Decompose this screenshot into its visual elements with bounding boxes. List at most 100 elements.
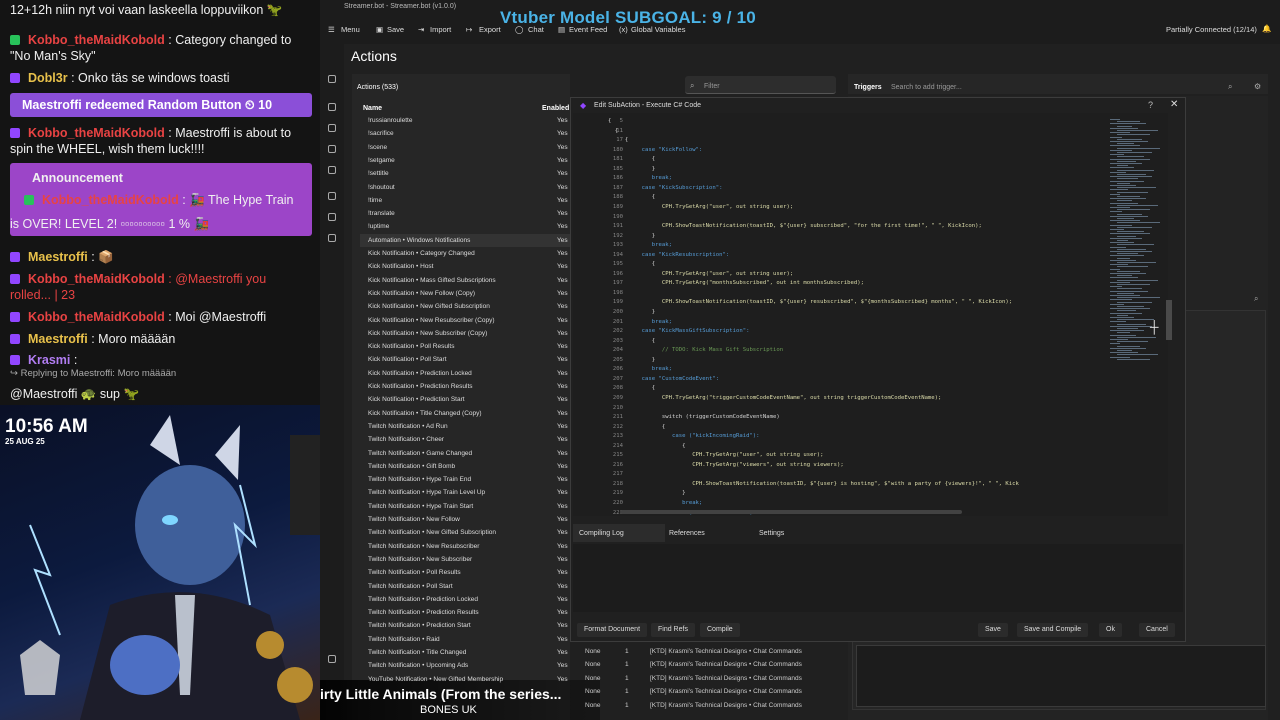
- action-row[interactable]: Kick Notification • Prediction Start Yes: [360, 393, 570, 406]
- nav-servers-icon[interactable]: [328, 213, 336, 221]
- help-icon[interactable]: ?: [1148, 100, 1153, 110]
- action-row[interactable]: Twitch Notification • New Gifted Subscri…: [360, 526, 570, 539]
- ok-button[interactable]: Ok: [1099, 623, 1122, 637]
- subaction-cell-type[interactable]: None: [585, 661, 601, 668]
- action-row[interactable]: Twitch Notification • Cheer Yes: [360, 433, 570, 446]
- action-row[interactable]: Twitch Notification • Title Changed Yes: [360, 646, 570, 659]
- action-row[interactable]: Kick Notification • New Subscriber (Copy…: [360, 327, 570, 340]
- action-row[interactable]: !shoutout Yes: [360, 181, 570, 194]
- action-row[interactable]: !translate Yes: [360, 207, 570, 220]
- action-row[interactable]: Twitch Notification • Hype Train Start Ye…: [360, 500, 570, 513]
- format-document-button[interactable]: Format Document: [577, 623, 648, 637]
- subaction-cell-name[interactable]: [KTD] Krasmi's Technical Designs • Chat …: [650, 688, 802, 695]
- action-row[interactable]: Automation • Windows Notifications Yes: [360, 233, 570, 247]
- action-row[interactable]: Twitch Notification • New Subscriber Yes: [360, 553, 570, 566]
- action-row[interactable]: !uptime Yes: [360, 220, 570, 233]
- action-row[interactable]: YouTube Notification • New Gifted Member…: [360, 673, 570, 686]
- code-editor[interactable]: 5{11 {17 {180 case "KickFollow": 181 {185…: [573, 113, 1106, 516]
- nav-settings-icon[interactable]: [328, 655, 336, 663]
- nav-tools-icon[interactable]: [328, 192, 336, 200]
- action-row[interactable]: Twitch Notification • Prediction Results…: [360, 606, 570, 619]
- trigger-search-input[interactable]: Search to add trigger...: [891, 84, 962, 91]
- compile-button[interactable]: Compile: [700, 623, 740, 637]
- subaction-cell-n[interactable]: 1: [625, 675, 629, 682]
- subaction-cell-type[interactable]: None: [585, 688, 601, 695]
- subaction-cell-n[interactable]: 1: [625, 688, 629, 695]
- action-row[interactable]: Kick Notification • Poll Results Yes: [360, 340, 570, 353]
- action-row[interactable]: Kick Notification • Host Yes: [360, 260, 570, 273]
- tab-settings[interactable]: Settings: [759, 530, 784, 537]
- cancel-button[interactable]: Cancel: [1139, 623, 1175, 637]
- connection-status[interactable]: Partially Connected (12/14): [1166, 25, 1257, 34]
- code-minimap[interactable]: [1106, 113, 1168, 516]
- nav-commands-icon[interactable]: [328, 234, 336, 242]
- action-row[interactable]: Twitch Notification • New Follow Yes: [360, 513, 570, 526]
- action-row[interactable]: Twitch Notification • Hype Train End Yes: [360, 473, 570, 486]
- subaction-cell-n[interactable]: 1: [625, 648, 629, 655]
- action-row[interactable]: Kick Notification • Mass Gifted Subscrip…: [360, 274, 570, 287]
- action-row[interactable]: !sacrifice Yes: [360, 127, 570, 140]
- subaction-cell-type[interactable]: None: [585, 702, 601, 709]
- minimap-line: [1110, 281, 1130, 283]
- vertical-scrollbar[interactable]: [1166, 300, 1172, 340]
- action-row[interactable]: !time Yes: [360, 194, 570, 207]
- action-row[interactable]: Twitch Notification • Hype Train Level U…: [360, 486, 570, 499]
- nav-platforms-icon[interactable]: [328, 166, 336, 174]
- menu-icon[interactable]: ☰: [328, 25, 335, 34]
- nav-home-icon[interactable]: [328, 75, 336, 83]
- action-row[interactable]: !settitle Yes: [360, 167, 570, 180]
- nav-chat-icon[interactable]: [328, 145, 336, 153]
- minimap-line: [1110, 334, 1136, 336]
- action-row[interactable]: Twitch Notification • Gift Bomb Yes: [360, 460, 570, 473]
- tab-references[interactable]: References: [669, 530, 705, 537]
- settings-icon[interactable]: ⚙: [1254, 82, 1261, 91]
- horizontal-scrollbar[interactable]: [620, 510, 962, 514]
- action-row[interactable]: Kick Notification • Prediction Results Ye…: [360, 380, 570, 393]
- save-button[interactable]: Save: [387, 25, 404, 34]
- action-row[interactable]: Kick Notification • New Resubscriber (Co…: [360, 314, 570, 327]
- action-row[interactable]: Kick Notification • Category Changed Yes: [360, 247, 570, 260]
- nav-actions-icon[interactable]: [328, 103, 336, 111]
- tab-compiling-log[interactable]: Compiling Log: [579, 530, 624, 537]
- action-row[interactable]: !scene Yes: [360, 141, 570, 154]
- action-row[interactable]: Kick Notification • New Gifted Subscript…: [360, 300, 570, 313]
- find-refs-button[interactable]: Find Refs: [651, 623, 695, 637]
- subaction-cell-name[interactable]: [KTD] Krasmi's Technical Designs • Chat …: [650, 661, 802, 668]
- subaction-cell-name[interactable]: [KTD] Krasmi's Technical Designs • Chat …: [650, 675, 802, 682]
- column-header-enabled[interactable]: Enabled: [542, 105, 569, 112]
- subaction-cell-type[interactable]: None: [585, 675, 601, 682]
- subaction-cell-type[interactable]: None: [585, 648, 601, 655]
- subaction-cell-n[interactable]: 1: [625, 702, 629, 709]
- action-row[interactable]: Twitch Notification • Upcoming Ads Yes: [360, 659, 570, 672]
- action-row[interactable]: Kick Notification • Poll Start Yes: [360, 353, 570, 366]
- action-row[interactable]: Twitch Notification • Poll Results Yes: [360, 566, 570, 579]
- action-row[interactable]: !russianroulette Yes: [360, 114, 570, 127]
- import-button[interactable]: Import: [430, 25, 451, 34]
- close-icon[interactable]: ✕: [1170, 99, 1178, 110]
- menu-button[interactable]: Menu: [341, 25, 360, 34]
- action-row[interactable]: Twitch Notification • Poll Start Yes: [360, 580, 570, 593]
- action-row[interactable]: Kick Notification • Prediction Locked Yes: [360, 367, 570, 380]
- subaction-cell-name[interactable]: [KTD] Krasmi's Technical Designs • Chat …: [650, 648, 802, 655]
- action-row[interactable]: Twitch Notification • Prediction Start Ye…: [360, 619, 570, 632]
- action-row[interactable]: Twitch Notification • New Resubscriber Ye…: [360, 540, 570, 553]
- action-row[interactable]: Twitch Notification • Raid Yes: [360, 633, 570, 646]
- export-button[interactable]: Export: [479, 25, 501, 34]
- minimap-line: [1110, 198, 1146, 200]
- action-row[interactable]: Twitch Notification • Prediction Locked Y…: [360, 593, 570, 606]
- nav-integrations-icon[interactable]: [328, 124, 336, 132]
- notification-icon[interactable]: 🔔: [1262, 24, 1271, 33]
- subaction-cell-n[interactable]: 1: [625, 661, 629, 668]
- dialog-save-button[interactable]: Save: [978, 623, 1008, 637]
- code-line: 198: [573, 290, 1106, 300]
- save-and-compile-button[interactable]: Save and Compile: [1017, 623, 1089, 637]
- action-row[interactable]: Kick Notification • New Follow (Copy) Yes: [360, 287, 570, 300]
- column-header-name[interactable]: Name: [363, 105, 382, 112]
- action-row[interactable]: Twitch Notification • Ad Run Yes: [360, 420, 570, 433]
- subaction-cell-name[interactable]: [KTD] Krasmi's Technical Designs • Chat …: [650, 702, 802, 709]
- action-row[interactable]: Twitch Notification • Game Changed Yes: [360, 447, 570, 460]
- code-line: 191 CPH.ShowToastNotification(toastID, $…: [573, 223, 1106, 233]
- action-row[interactable]: !setgame Yes: [360, 154, 570, 167]
- action-row[interactable]: Kick Notification • Title Changed (Copy)…: [360, 407, 570, 420]
- minimap-line: [1110, 343, 1120, 345]
